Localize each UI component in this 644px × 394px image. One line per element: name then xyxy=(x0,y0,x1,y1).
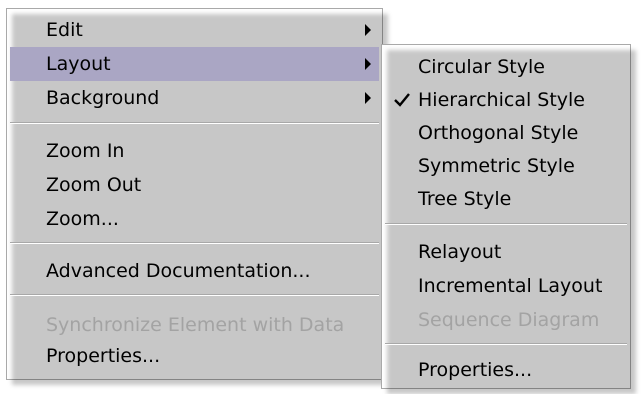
menu-item-layout[interactable]: Layout xyxy=(10,47,379,81)
submenu-item-circular-style[interactable]: Circular Style xyxy=(385,50,627,84)
menu-item-label: Zoom Out xyxy=(46,174,142,196)
submenu-item-orthogonal-style[interactable]: Orthogonal Style xyxy=(385,116,627,150)
submenu-item-relayout[interactable]: Relayout xyxy=(385,235,627,269)
checkmark-icon xyxy=(394,93,410,107)
menu-separator xyxy=(10,294,379,296)
submenu-item-symmetric-style[interactable]: Symmetric Style xyxy=(385,149,627,183)
submenu-item-properties[interactable]: Properties... xyxy=(385,353,627,387)
menu-item-background[interactable]: Background xyxy=(10,81,379,115)
menu-item-label: Hierarchical Style xyxy=(418,89,586,111)
menu-item-label: Properties... xyxy=(418,359,533,381)
menu-item-label: Synchronize Element with Data xyxy=(46,314,345,336)
menu-item-advanced-documentation[interactable]: Advanced Documentation... xyxy=(10,254,379,288)
menu-item-label: Sequence Diagram xyxy=(418,309,600,331)
menu-item-label: Tree Style xyxy=(418,188,512,210)
menu-item-label: Layout xyxy=(46,53,111,75)
menu-item-zoom-in[interactable]: Zoom In xyxy=(10,134,379,168)
menu-item-label: Relayout xyxy=(418,241,502,263)
submenu-item-incremental-layout[interactable]: Incremental Layout xyxy=(385,269,627,303)
menu-item-edit[interactable]: Edit xyxy=(10,13,379,47)
menu-item-zoom-out[interactable]: Zoom Out xyxy=(10,168,379,202)
menu-separator xyxy=(10,122,379,124)
menu-item-label: Orthogonal Style xyxy=(418,122,579,144)
menu-item-zoom[interactable]: Zoom... xyxy=(10,202,379,236)
submenu-item-tree-style[interactable]: Tree Style xyxy=(385,182,627,216)
menu-item-label: Advanced Documentation... xyxy=(46,260,311,282)
menu-item-properties[interactable]: Properties... xyxy=(10,339,379,373)
menu-separator xyxy=(385,223,627,225)
layout-submenu: Circular Style Hierarchical Style Orthog… xyxy=(381,44,631,389)
menu-item-label: Symmetric Style xyxy=(418,155,575,177)
submenu-item-hierarchical-style[interactable]: Hierarchical Style xyxy=(385,83,627,117)
menu-item-label: Zoom... xyxy=(46,208,119,230)
context-menu: Edit Layout Background Zoom In Zoom Out … xyxy=(6,8,383,380)
menu-item-label: Incremental Layout xyxy=(418,275,603,297)
menu-item-label: Circular Style xyxy=(418,56,545,78)
submenu-arrow-icon xyxy=(365,58,371,70)
menu-item-label: Zoom In xyxy=(46,140,125,162)
menu-item-label: Background xyxy=(46,87,160,109)
menu-separator xyxy=(10,242,379,244)
menu-item-label: Properties... xyxy=(46,345,161,367)
menu-item-label: Edit xyxy=(46,19,83,41)
submenu-arrow-icon xyxy=(365,24,371,36)
menu-item-synchronize-element: Synchronize Element with Data xyxy=(10,308,379,342)
submenu-item-sequence-diagram: Sequence Diagram xyxy=(385,303,627,337)
submenu-arrow-icon xyxy=(365,92,371,104)
menu-separator xyxy=(385,343,627,345)
